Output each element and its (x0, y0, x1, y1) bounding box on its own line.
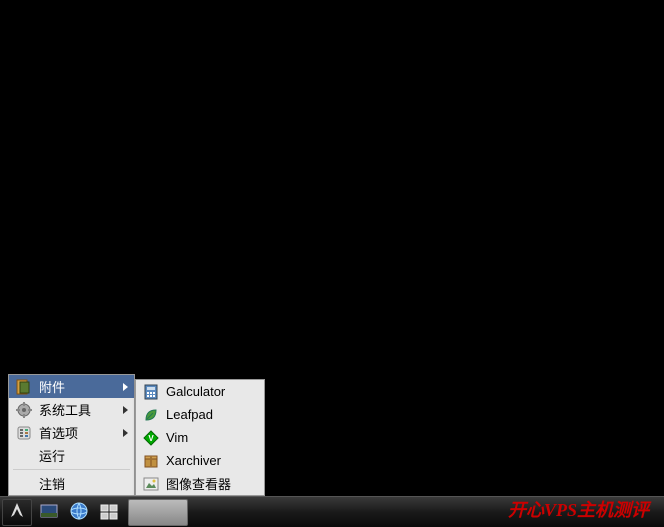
start-button[interactable] (2, 499, 32, 526)
menu-item-system-tools[interactable]: 系统工具 (9, 398, 134, 421)
submenu-item-label: Leafpad (166, 407, 258, 422)
menu-item-label: 附件 (39, 377, 123, 396)
calculator-icon (142, 383, 160, 401)
web-browser-icon (69, 501, 89, 524)
submenu-item-image-viewer[interactable]: 图像查看器 (136, 472, 264, 495)
menu-item-run[interactable]: 运行 (9, 444, 134, 467)
taskbar-show-desktop[interactable] (36, 499, 62, 526)
main-menu: 附件 系统工具 首选项 运行 注销 (8, 374, 135, 496)
system-tools-icon (15, 401, 33, 419)
submenu-item-label: Vim (166, 430, 258, 445)
svg-text:V: V (148, 434, 154, 443)
submenu-item-label: Xarchiver (166, 453, 258, 468)
taskbar-task-button[interactable] (128, 499, 188, 526)
submenu-item-xarchiver[interactable]: Xarchiver (136, 449, 264, 472)
submenu-arrow-icon (123, 406, 128, 414)
leafpad-icon (142, 406, 160, 424)
file-manager-icon (99, 501, 119, 524)
menu-separator (13, 469, 130, 470)
submenu-item-label: 图像查看器 (166, 474, 258, 493)
taskbar (0, 496, 664, 527)
menu-item-label: 系统工具 (39, 400, 123, 419)
show-desktop-icon (39, 501, 59, 524)
menu-item-preferences[interactable]: 首选项 (9, 421, 134, 444)
preferences-icon (15, 424, 33, 442)
image-viewer-icon (142, 475, 160, 493)
submenu-item-vim[interactable]: V Vim (136, 426, 264, 449)
vim-icon: V (142, 429, 160, 447)
menu-item-label: 注销 (39, 474, 128, 493)
arch-logo-icon (7, 501, 27, 524)
menu-item-logout[interactable]: 注销 (9, 472, 134, 495)
xarchiver-icon (142, 452, 160, 470)
submenu-arrow-icon (123, 383, 128, 391)
submenu-item-label: Galculator (166, 384, 258, 399)
menu-item-accessories[interactable]: 附件 (9, 375, 134, 398)
accessories-icon (15, 378, 33, 396)
menu-item-label: 运行 (39, 446, 128, 465)
taskbar-web-browser[interactable] (66, 499, 92, 526)
taskbar-file-manager[interactable] (96, 499, 122, 526)
accessories-submenu: Galculator Leafpad V Vim Xarchiver 图像查看器 (135, 379, 265, 496)
submenu-item-galculator[interactable]: Galculator (136, 380, 264, 403)
menu-item-label: 首选项 (39, 423, 123, 442)
submenu-item-leafpad[interactable]: Leafpad (136, 403, 264, 426)
submenu-arrow-icon (123, 429, 128, 437)
